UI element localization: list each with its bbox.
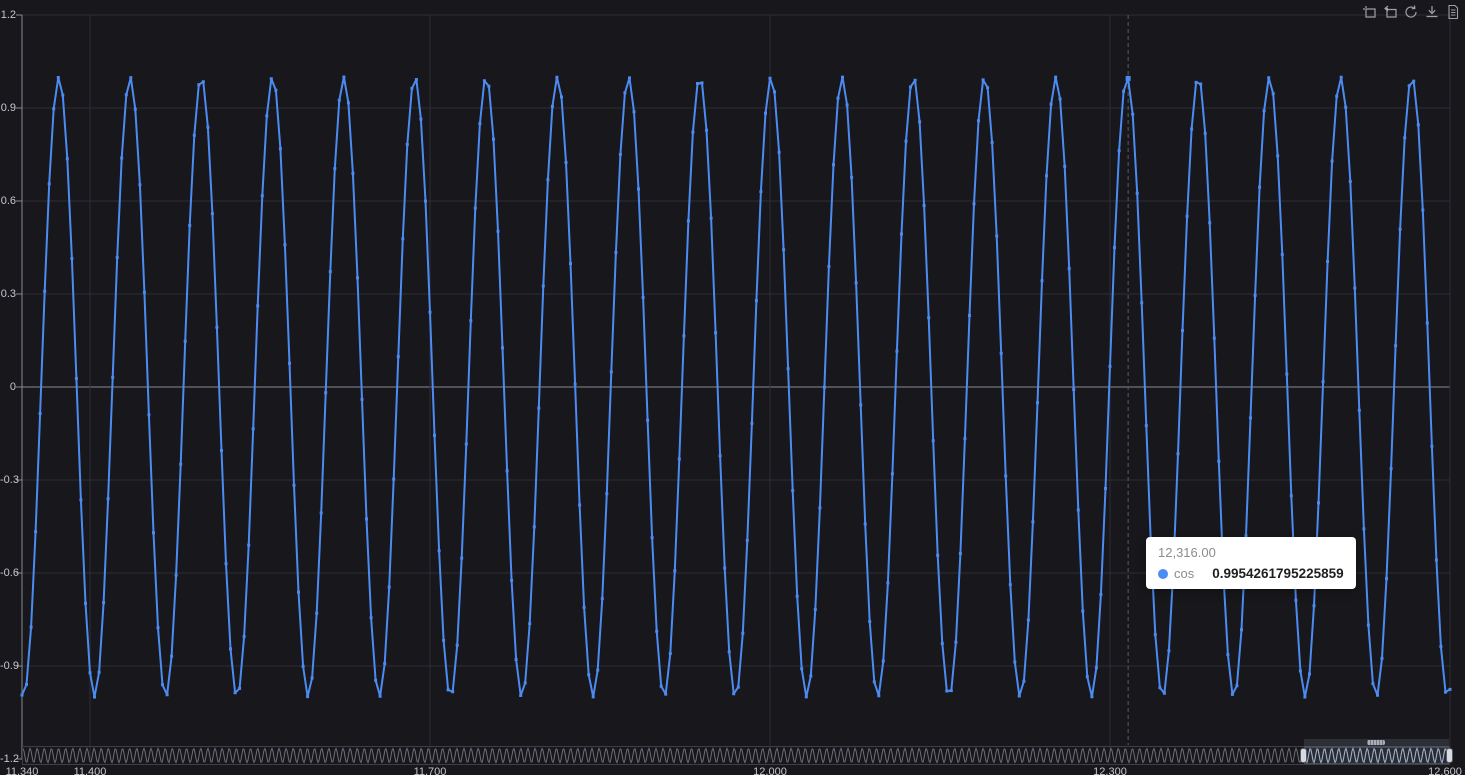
x-axis-label: 12,600 bbox=[1428, 766, 1462, 775]
datazoom-handle-left[interactable] bbox=[1300, 748, 1308, 763]
y-axis-label: 0.3 bbox=[0, 288, 16, 300]
tooltip-axis-value: 12,316.00 bbox=[1158, 545, 1216, 560]
line-chart-plot[interactable] bbox=[0, 0, 1465, 775]
datazoom-handle-right[interactable] bbox=[1445, 748, 1453, 763]
grip-icon bbox=[1367, 740, 1386, 745]
tooltip-series-name: cos bbox=[1174, 566, 1195, 581]
datazoom-slider[interactable] bbox=[22, 739, 1453, 765]
x-axis-label: 11,400 bbox=[73, 766, 107, 775]
x-axis-label: 12,000 bbox=[753, 766, 787, 775]
tooltip-series-row: cos 0.9954261795225859 bbox=[1158, 566, 1344, 581]
y-axis-label: 0.6 bbox=[0, 195, 16, 207]
y-axis-label: -0.3 bbox=[0, 474, 19, 486]
tooltip: 12,316.00 cos 0.9954261795225859 bbox=[1146, 537, 1356, 589]
data-view-icon[interactable] bbox=[1445, 4, 1461, 20]
zoom-select-icon[interactable] bbox=[1361, 4, 1377, 20]
x-axis-label: 12,300 bbox=[1093, 766, 1127, 775]
chart-toolbox bbox=[1361, 4, 1461, 20]
y-axis-label: -1.2 bbox=[0, 753, 19, 765]
y-axis-label: 0.9 bbox=[0, 102, 16, 114]
series-marker-dot bbox=[1158, 568, 1168, 579]
y-axis-label: -0.9 bbox=[0, 660, 19, 672]
x-axis-label: 11,340 bbox=[5, 766, 39, 775]
restore-icon[interactable] bbox=[1403, 4, 1419, 20]
datazoom-window[interactable] bbox=[1303, 747, 1449, 764]
x-axis-label: 11,700 bbox=[413, 766, 447, 775]
chart-app: 1.2 0.9 0.6 0.3 0 -0.3 -0.6 -0.9 -1.2 11,340 11,4… bbox=[0, 0, 1465, 775]
y-axis-label: 0 bbox=[9, 381, 16, 393]
y-axis-label: 1.2 bbox=[0, 9, 16, 21]
datazoom-move-handle[interactable] bbox=[1303, 739, 1449, 747]
datazoom-minimap[interactable] bbox=[23, 747, 1449, 764]
zoom-back-icon[interactable] bbox=[1382, 4, 1398, 20]
tooltip-series-value: 0.9954261795225859 bbox=[1212, 566, 1344, 581]
y-axis-label: -0.6 bbox=[0, 567, 19, 579]
save-image-icon[interactable] bbox=[1424, 4, 1440, 20]
